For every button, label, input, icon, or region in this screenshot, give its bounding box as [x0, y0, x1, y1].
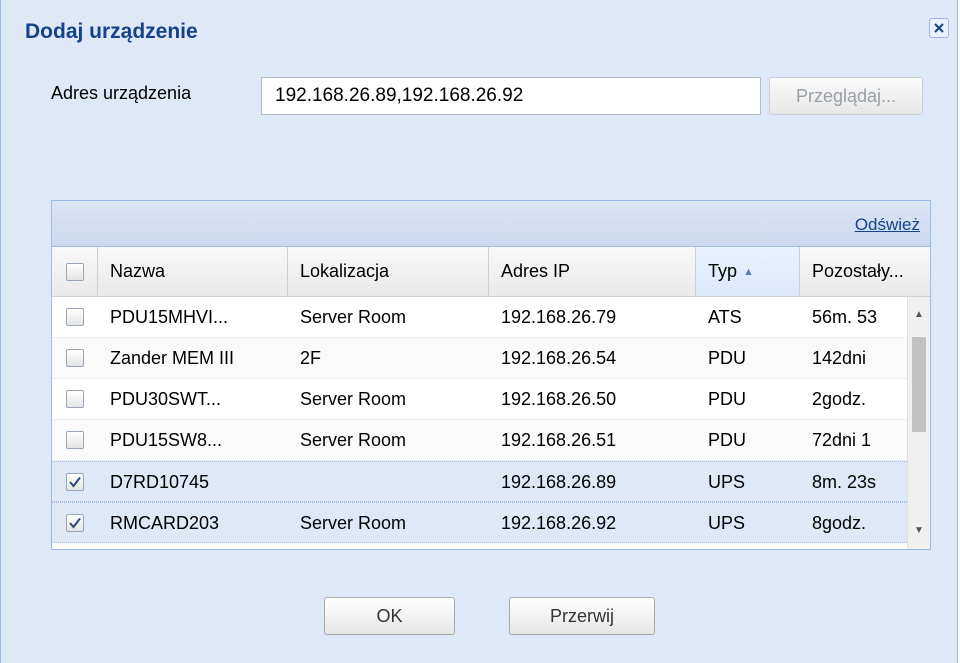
- column-header-label: Nazwa: [110, 261, 166, 281]
- close-icon: [934, 23, 944, 33]
- column-header-location[interactable]: Lokalizacja: [288, 247, 489, 296]
- table-row[interactable]: Zander MEM III 2F 192.168.26.54 PDU 142d…: [52, 338, 907, 379]
- column-header-label: Pozostały...: [812, 261, 904, 281]
- cell-type: UPS: [708, 512, 746, 533]
- cell-type: PDU: [708, 347, 747, 368]
- row-checkbox[interactable]: [66, 431, 84, 449]
- cancel-button[interactable]: Przerwij: [509, 597, 655, 635]
- cell-location: Server Room: [300, 429, 407, 450]
- grid-rows: PDU15MHVI... Server Room 192.168.26.79 A…: [52, 297, 907, 543]
- column-header-type[interactable]: Typ ▲: [696, 247, 800, 296]
- select-all-checkbox[interactable]: [65, 262, 84, 281]
- add-device-dialog: Dodaj urządzenie Adres urządzenia Przegl…: [0, 0, 958, 663]
- table-row[interactable]: PDU15SW8... Server Room 192.168.26.51 PD…: [52, 420, 907, 461]
- scrollbar-thumb[interactable]: [912, 337, 926, 432]
- cell-ip: 192.168.26.79: [501, 306, 617, 327]
- grid-header: Nazwa Lokalizacja Adres IP Typ ▲ Pozosta…: [52, 247, 930, 297]
- cell-remaining: 72dni 1: [812, 429, 872, 450]
- select-all-header[interactable]: [52, 247, 98, 296]
- cell-location: Server Room: [300, 388, 407, 409]
- sort-ascending-icon: ▲: [743, 265, 754, 278]
- table-row[interactable]: D7RD10745 192.168.26.89 UPS 8m. 23s: [52, 461, 907, 502]
- cell-name: D7RD10745: [110, 471, 210, 492]
- column-header-remaining[interactable]: Pozostały...: [800, 247, 930, 296]
- cell-type: PDU: [708, 429, 747, 450]
- device-grid: Odśwież Nazwa Lokalizacja Adres IP Typ ▲…: [51, 200, 931, 550]
- cell-location: [288, 462, 489, 502]
- cell-name: PDU15SW8...: [110, 429, 223, 450]
- cell-ip: 192.168.26.89: [501, 471, 617, 492]
- cell-name: PDU30SWT...: [110, 388, 222, 409]
- checkmark-icon: [69, 476, 81, 488]
- cell-remaining: 8m. 23s: [812, 471, 877, 492]
- row-checkbox[interactable]: [66, 308, 84, 326]
- cell-name: Zander MEM III: [110, 347, 235, 368]
- cell-name: RMCARD203: [110, 512, 220, 533]
- row-checkbox-checked[interactable]: [66, 473, 84, 491]
- browse-button[interactable]: Przeglądaj...: [769, 77, 923, 115]
- cell-location: Server Room: [300, 306, 407, 327]
- cell-location: 2F: [300, 347, 322, 368]
- cell-remaining: 142dni: [812, 347, 867, 368]
- row-checkbox-checked[interactable]: [66, 514, 84, 532]
- grid-toolbar: Odśwież: [52, 201, 930, 247]
- table-row[interactable]: RMCARD203 Server Room 192.168.26.92 UPS …: [52, 502, 907, 543]
- table-row[interactable]: PDU15MHVI... Server Room 192.168.26.79 A…: [52, 297, 907, 338]
- column-header-ip[interactable]: Adres IP: [489, 247, 696, 296]
- column-header-name[interactable]: Nazwa: [98, 247, 288, 296]
- row-checkbox[interactable]: [66, 390, 84, 408]
- cell-type: UPS: [708, 471, 746, 492]
- checkmark-icon: [69, 517, 81, 529]
- column-header-label: Adres IP: [501, 261, 571, 281]
- cell-location: Server Room: [300, 512, 407, 533]
- grid-scrollbar[interactable]: ▲ ▼: [907, 297, 930, 549]
- cell-type: PDU: [708, 388, 747, 409]
- ok-button[interactable]: OK: [324, 597, 455, 635]
- refresh-link[interactable]: Odśwież: [855, 215, 920, 235]
- cell-name: PDU15MHVI...: [110, 306, 229, 327]
- cell-ip: 192.168.26.51: [501, 429, 617, 450]
- address-label: Adres urządzenia: [51, 83, 192, 103]
- cell-remaining: 8godz.: [812, 512, 867, 533]
- column-header-label: Typ: [708, 261, 738, 281]
- row-checkbox[interactable]: [66, 349, 84, 367]
- cell-remaining: 56m. 53: [812, 306, 878, 327]
- cell-ip: 192.168.26.50: [501, 388, 617, 409]
- scroll-up-icon[interactable]: ▲: [908, 303, 930, 325]
- cell-type: ATS: [708, 306, 742, 327]
- close-button[interactable]: [929, 18, 949, 38]
- address-input[interactable]: [261, 77, 761, 115]
- table-row[interactable]: PDU30SWT... Server Room 192.168.26.50 PD…: [52, 379, 907, 420]
- scroll-down-icon[interactable]: ▼: [908, 519, 930, 541]
- cell-remaining: 2godz.: [812, 388, 867, 409]
- column-header-label: Lokalizacja: [300, 261, 390, 281]
- dialog-title: Dodaj urządzenie: [25, 20, 198, 43]
- cell-ip: 192.168.26.54: [501, 347, 617, 368]
- cell-ip: 192.168.26.92: [501, 512, 617, 533]
